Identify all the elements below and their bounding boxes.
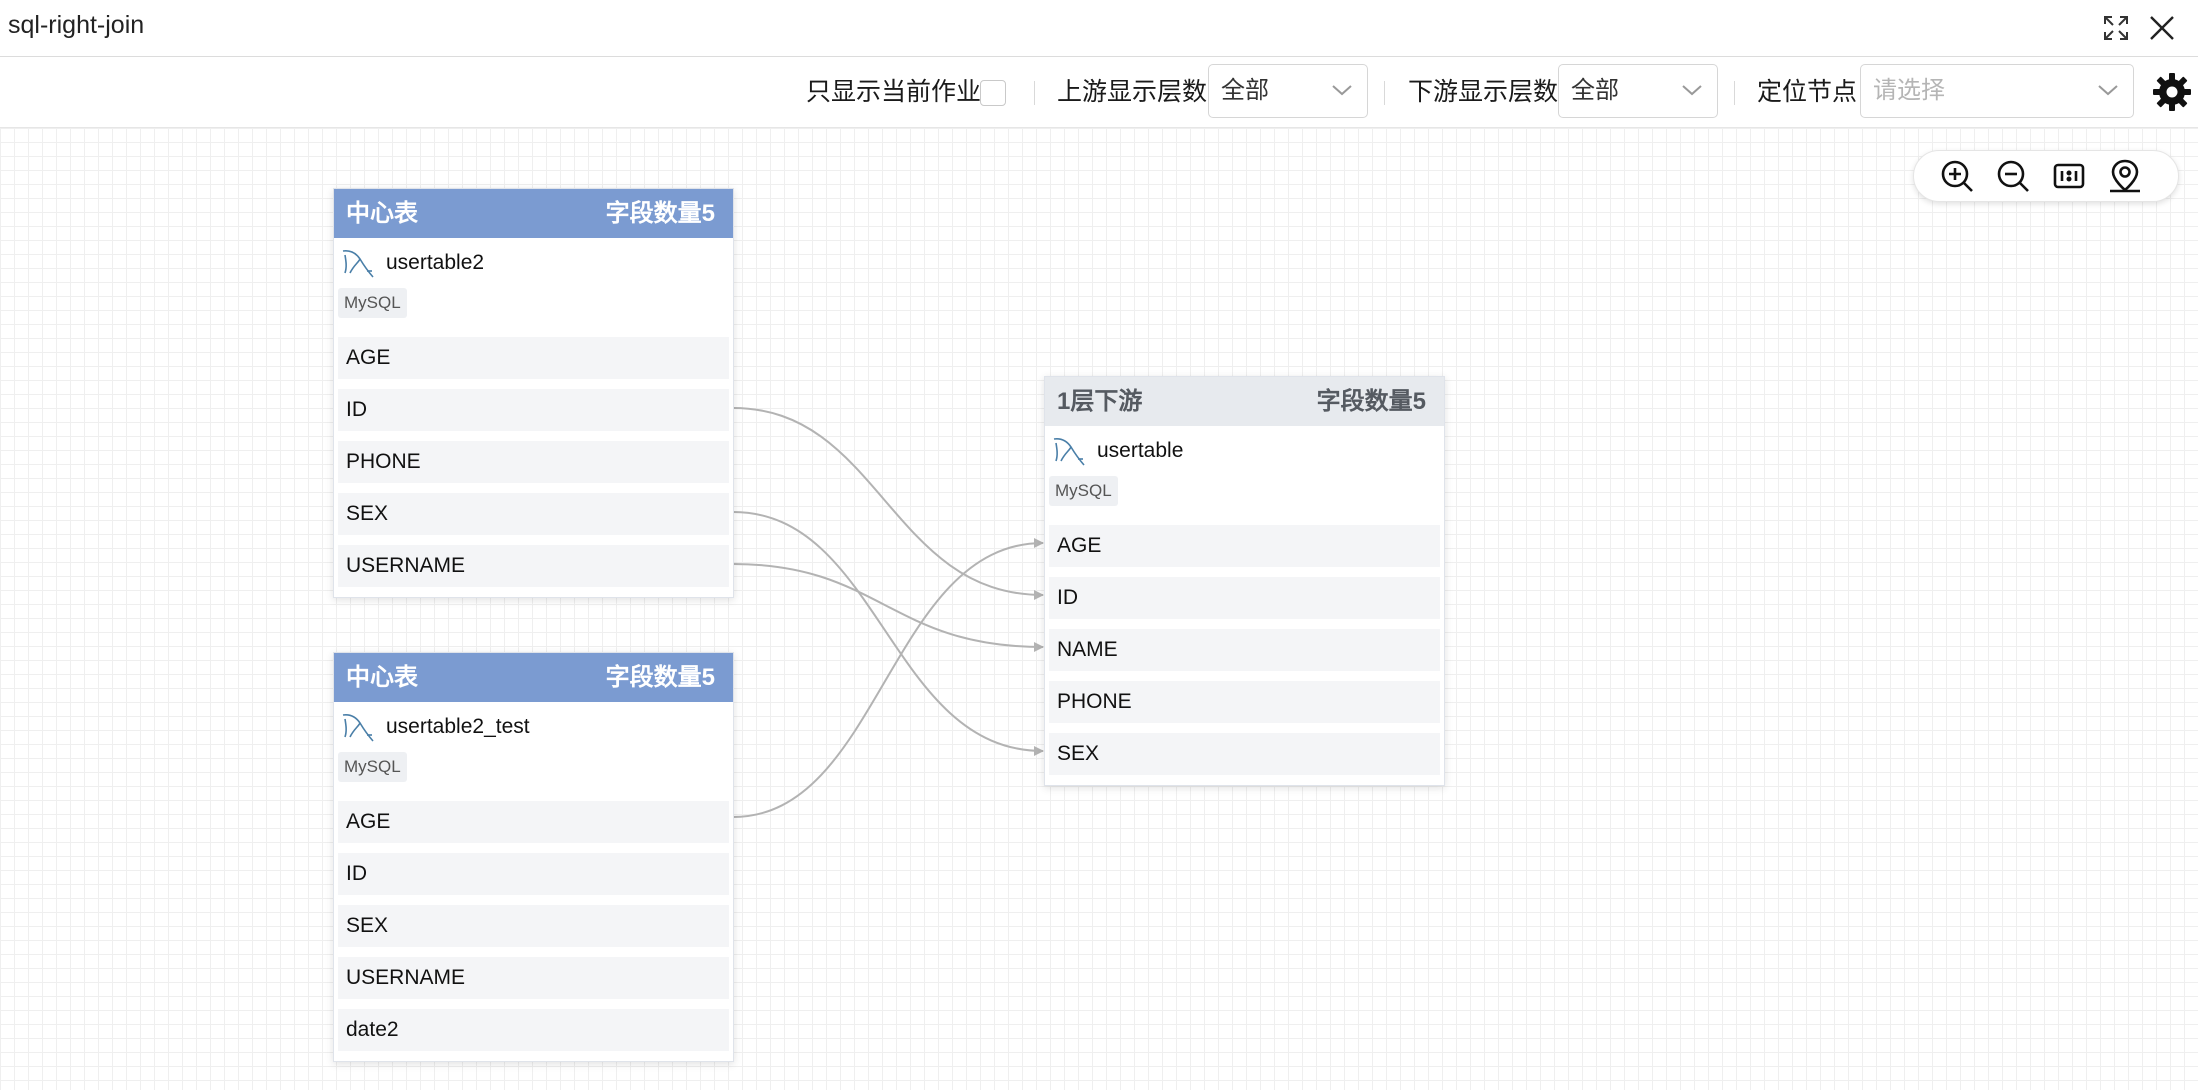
zoom-out-icon[interactable] bbox=[1995, 158, 2031, 194]
db-type-tag: MySQL bbox=[338, 288, 407, 318]
field-row[interactable]: PHONE bbox=[1049, 681, 1440, 723]
table-header: 1层下游 字段数量5 bbox=[1045, 377, 1444, 426]
close-icon[interactable] bbox=[2144, 10, 2180, 46]
separator bbox=[1034, 81, 1035, 105]
field-row[interactable]: AGE bbox=[338, 801, 729, 843]
mysql-dolphin-icon bbox=[342, 250, 374, 278]
chevron-down-icon bbox=[1332, 85, 1352, 96]
only-current-job-checkbox[interactable] bbox=[980, 80, 1006, 106]
table-name: usertable2 bbox=[386, 251, 485, 274]
table-node-usertable[interactable]: 1层下游 字段数量5 usertable MySQL AGE ID NAME P… bbox=[1044, 376, 1445, 786]
upstream-levels-value: 全部 bbox=[1221, 77, 1269, 104]
downstream-levels-value: 全部 bbox=[1571, 77, 1619, 104]
zoom-in-icon[interactable] bbox=[1939, 158, 1975, 194]
upstream-levels-label: 上游显示层数 bbox=[1057, 78, 1208, 106]
zoom-controls bbox=[1913, 150, 2179, 202]
field-row[interactable]: USERNAME bbox=[338, 957, 729, 999]
field-row[interactable]: NAME bbox=[1049, 629, 1440, 671]
locate-node-select[interactable]: 请选择 bbox=[1860, 64, 2134, 118]
table-node-usertable2[interactable]: 中心表 字段数量5 usertable2 MySQL AGE ID PHONE … bbox=[333, 188, 734, 598]
locate-icon[interactable] bbox=[2107, 158, 2143, 194]
mysql-dolphin-icon bbox=[1053, 438, 1085, 466]
downstream-levels-select[interactable]: 全部 bbox=[1558, 64, 1718, 118]
expand-icon[interactable] bbox=[2098, 10, 2134, 46]
field-row[interactable]: date2 bbox=[338, 1009, 729, 1051]
field-row[interactable]: SEX bbox=[338, 905, 729, 947]
table-name: usertable bbox=[1097, 439, 1184, 462]
toolbar: 只显示当前作业 上游显示层数 全部 下游显示层数 全部 定位节点 请选择 bbox=[0, 57, 2198, 128]
only-current-job-label: 只显示当前作业 bbox=[806, 78, 982, 106]
window-title: sql-right-join bbox=[8, 11, 145, 39]
separator bbox=[1734, 81, 1735, 105]
field-row[interactable]: AGE bbox=[338, 337, 729, 379]
locate-node-label: 定位节点 bbox=[1757, 78, 1858, 106]
field-row[interactable]: SEX bbox=[338, 493, 729, 535]
chevron-down-icon bbox=[2098, 85, 2118, 96]
fit-view-icon[interactable] bbox=[2051, 158, 2087, 194]
field-row[interactable]: ID bbox=[1049, 577, 1440, 619]
field-count: 字段数量5 bbox=[605, 664, 715, 691]
table-name: usertable2_test bbox=[386, 715, 530, 738]
table-role-label: 1层下游 bbox=[1057, 388, 1143, 415]
locate-node-placeholder: 请选择 bbox=[1873, 77, 1945, 104]
chevron-down-icon bbox=[1682, 85, 1702, 96]
table-role-label: 中心表 bbox=[346, 200, 418, 227]
table-role-label: 中心表 bbox=[346, 664, 418, 691]
db-type-tag: MySQL bbox=[338, 752, 407, 782]
table-header: 中心表 字段数量5 bbox=[334, 653, 733, 702]
upstream-levels-select[interactable]: 全部 bbox=[1208, 64, 1368, 118]
table-header: 中心表 字段数量5 bbox=[334, 189, 733, 238]
field-row[interactable]: SEX bbox=[1049, 733, 1440, 775]
title-bar: sql-right-join bbox=[0, 0, 2198, 57]
gear-icon[interactable] bbox=[2152, 72, 2192, 112]
field-row[interactable]: USERNAME bbox=[338, 545, 729, 587]
db-type-tag: MySQL bbox=[1049, 476, 1118, 506]
downstream-levels-label: 下游显示层数 bbox=[1408, 78, 1559, 106]
field-row[interactable]: AGE bbox=[1049, 525, 1440, 567]
separator bbox=[1384, 81, 1385, 105]
field-count: 字段数量5 bbox=[605, 200, 715, 227]
field-row[interactable]: ID bbox=[338, 389, 729, 431]
field-row[interactable]: ID bbox=[338, 853, 729, 895]
field-count: 字段数量5 bbox=[1316, 388, 1426, 415]
field-row[interactable]: PHONE bbox=[338, 441, 729, 483]
mysql-dolphin-icon bbox=[342, 714, 374, 742]
table-node-usertable2-test[interactable]: 中心表 字段数量5 usertable2_test MySQL AGE ID S… bbox=[333, 652, 734, 1062]
